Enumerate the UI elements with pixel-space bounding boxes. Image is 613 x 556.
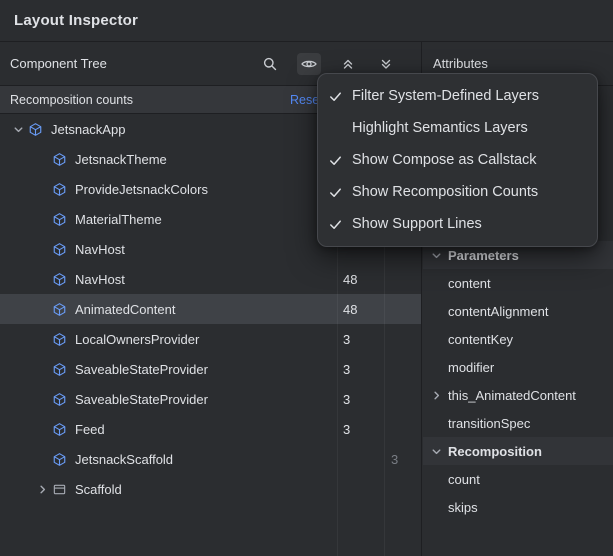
tree-node-scaffold[interactable]: Scaffold (0, 474, 421, 504)
tree-node-label: NavHost (75, 242, 125, 257)
chevron-down-icon[interactable] (428, 248, 445, 263)
compose-node-icon (28, 122, 46, 137)
chevron-right-icon[interactable] (32, 482, 52, 497)
tree-node-label: SaveableStateProvider (75, 362, 208, 377)
attr-item-content[interactable]: content (423, 269, 613, 297)
attr-item-label: content (448, 276, 491, 291)
recomposition-count: 48 (343, 302, 357, 317)
attr-item-skips[interactable]: skips (423, 493, 613, 521)
attr-item-label: contentKey (448, 332, 513, 347)
tree-node-label: JetsnackTheme (75, 152, 167, 167)
tree-node-animatedcontent[interactable]: AnimatedContent 48 (0, 294, 421, 324)
recomposition-count: 48 (343, 272, 357, 287)
tree-node-label: ProvideJetsnackColors (75, 182, 208, 197)
compose-node-icon (52, 302, 70, 317)
compose-node-icon (52, 332, 70, 347)
compose-node-icon (52, 392, 70, 407)
tree-node-label: NavHost (75, 272, 125, 287)
tree-node-navhost[interactable]: NavHost 48 (0, 264, 421, 294)
tree-node-label: MaterialTheme (75, 212, 162, 227)
compose-node-icon (52, 212, 70, 227)
tree-node-label: AnimatedContent (75, 302, 175, 317)
menu-item-show-recomposition-counts[interactable]: Show Recomposition Counts (318, 176, 597, 208)
tree-node-label: JetsnackApp (51, 122, 125, 137)
banner-label: Recomposition counts (10, 93, 133, 107)
menu-item-label: Filter System-Defined Layers (352, 88, 539, 104)
chevron-right-icon[interactable] (428, 388, 445, 403)
tree-node-saveablestateprovider[interactable]: SaveableStateProvider 3 (0, 354, 421, 384)
menu-item-show-compose-as-callstack[interactable]: Show Compose as Callstack (318, 144, 597, 176)
checkmark-icon (328, 89, 352, 104)
component-tree-title: Component Tree (10, 56, 107, 71)
search-icon[interactable] (259, 53, 281, 75)
attr-section-label: Parameters (448, 248, 519, 263)
collapse-all-icon[interactable] (337, 53, 359, 75)
attr-item-this-animatedcontent[interactable]: this_AnimatedContent (423, 381, 613, 409)
attr-item-label: modifier (448, 360, 494, 375)
expand-all-icon[interactable] (375, 53, 397, 75)
checkmark-icon (328, 217, 352, 232)
attr-item-modifier[interactable]: modifier (423, 353, 613, 381)
tree-node-label: SaveableStateProvider (75, 392, 208, 407)
attr-item-transitionspec[interactable]: transitionSpec (423, 409, 613, 437)
tree-node-feed[interactable]: Feed 3 (0, 414, 421, 444)
component-tree-toolbar (259, 53, 411, 75)
menu-item-filter-system-defined-layers[interactable]: Filter System-Defined Layers (318, 80, 597, 112)
recomposition-count: 3 (343, 422, 350, 437)
visibility-icon[interactable] (297, 53, 321, 75)
attributes-title: Attributes (433, 56, 488, 71)
tree-node-localownersprovider[interactable]: LocalOwnersProvider 3 (0, 324, 421, 354)
view-node-icon (52, 482, 70, 497)
attr-item-contentalignment[interactable]: contentAlignment (423, 297, 613, 325)
recomposition-count: 3 (343, 332, 350, 347)
tree-node-saveablestateprovider[interactable]: SaveableStateProvider 3 (0, 384, 421, 414)
recomposition-skips: 3 (391, 452, 398, 467)
recomposition-count: 3 (343, 392, 350, 407)
menu-item-label: Highlight Semantics Layers (352, 120, 528, 136)
tree-node-label: Scaffold (75, 482, 122, 497)
attr-item-label: this_AnimatedContent (448, 388, 576, 403)
compose-node-icon (52, 362, 70, 377)
checkmark-icon (328, 153, 352, 168)
compose-node-icon (52, 272, 70, 287)
attr-item-label: skips (448, 500, 478, 515)
attr-section-recomposition[interactable]: Recomposition (423, 437, 613, 465)
view-options-menu: Filter System-Defined Layers Highlight Se… (317, 73, 598, 247)
menu-item-label: Show Recomposition Counts (352, 184, 538, 200)
attr-item-label: contentAlignment (448, 304, 548, 319)
layout-inspector-window: Layout Inspector Component Tree Recompos… (0, 0, 613, 556)
compose-node-icon (52, 152, 70, 167)
compose-node-icon (52, 182, 70, 197)
window-title: Layout Inspector (14, 12, 138, 29)
checkmark-icon (328, 185, 352, 200)
menu-item-show-support-lines[interactable]: Show Support Lines (318, 208, 597, 240)
tree-node-label: Feed (75, 422, 105, 437)
chevron-down-icon[interactable] (8, 122, 28, 137)
compose-node-icon (52, 422, 70, 437)
attr-item-count[interactable]: count (423, 465, 613, 493)
chevron-down-icon[interactable] (428, 444, 445, 459)
tree-node-label: JetsnackScaffold (75, 452, 173, 467)
attributes-rows: Parameters content contentAlignment content… (423, 241, 613, 521)
tree-node-label: LocalOwnersProvider (75, 332, 199, 347)
menu-item-label: Show Support Lines (352, 216, 482, 232)
menu-item-highlight-semantics-layers[interactable]: Highlight Semantics Layers (318, 112, 597, 144)
menu-item-label: Show Compose as Callstack (352, 152, 537, 168)
compose-node-icon (52, 452, 70, 467)
attr-item-contentkey[interactable]: contentKey (423, 325, 613, 353)
attr-item-label: count (448, 472, 480, 487)
attr-item-label: transitionSpec (448, 416, 530, 431)
compose-node-icon (52, 242, 70, 257)
view-options-menu-items: Filter System-Defined Layers Highlight Se… (318, 80, 597, 240)
attr-section-label: Recomposition (448, 444, 542, 459)
recomposition-count: 3 (343, 362, 350, 377)
window-header: Layout Inspector (0, 0, 613, 42)
tree-node-jetsnackscaffold[interactable]: JetsnackScaffold 3 (0, 444, 421, 474)
